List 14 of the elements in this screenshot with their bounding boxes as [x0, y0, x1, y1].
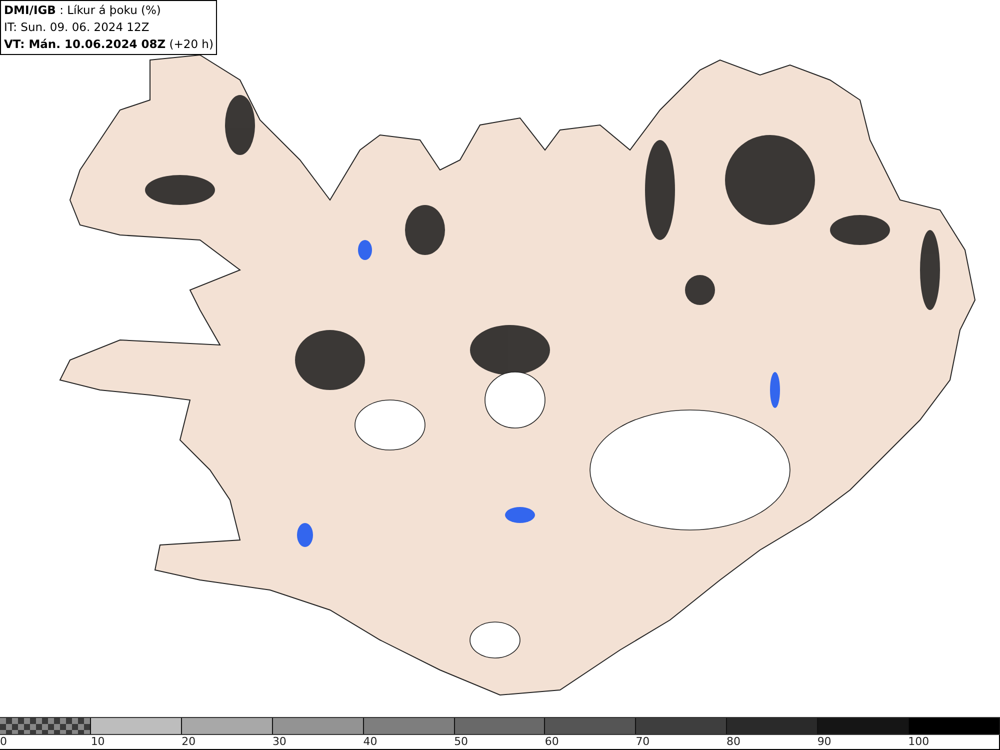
- legend-label: 50: [454, 735, 468, 748]
- legend-label: 0: [0, 735, 7, 748]
- legend-label: 60: [544, 735, 559, 748]
- legend-label: 40: [363, 735, 378, 748]
- info-line: VT: Mán. 10.06.2024 08Z (+20 h): [4, 36, 214, 53]
- legend-label: 10: [90, 735, 105, 748]
- legend-label: 90: [817, 735, 832, 748]
- info-line: IT: Sun. 09. 06. 2024 12Z: [4, 19, 150, 36]
- legend-label: 20: [182, 735, 196, 748]
- info-line: DMI/IGB : Líkur á þoku (%): [4, 2, 162, 19]
- legend-label: 100: [908, 735, 930, 748]
- legend-label: 70: [636, 735, 650, 748]
- legend-label: 80: [726, 735, 740, 748]
- legend-label: 30: [272, 735, 286, 748]
